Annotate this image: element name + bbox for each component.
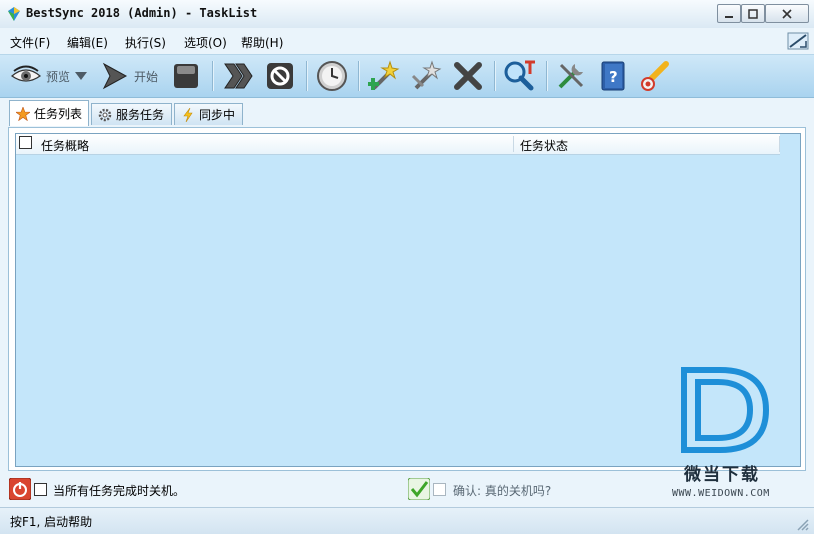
status-text: 按F1, 启动帮助 [10, 515, 93, 529]
column-divider[interactable] [779, 136, 780, 152]
new-task-button[interactable] [368, 60, 400, 91]
tab-syncing-label: 同步中 [199, 108, 236, 122]
tab-service-tasks[interactable]: 服务任务 [91, 103, 172, 125]
confirm-shutdown-label: 确认: 真的关机吗? [453, 484, 552, 498]
help-button[interactable]: ? [598, 61, 628, 91]
help-book-icon: ? [601, 61, 625, 91]
cancel-button[interactable] [265, 61, 295, 91]
toolbar-separator [358, 61, 359, 91]
stop-button[interactable] [171, 61, 201, 91]
tab-task-list-label: 任务列表 [34, 107, 83, 121]
tab-syncing[interactable]: 同步中 [174, 103, 243, 125]
window-title: BestSync 2018 (Admin) - TaskList [26, 6, 258, 20]
menu-execute[interactable]: 执行(S) [125, 34, 166, 51]
tab-task-list[interactable]: 任务列表 [9, 100, 89, 126]
clock-icon [317, 61, 347, 91]
list-header: 任务概略 任务状态 [16, 134, 780, 155]
checkmark-icon [408, 478, 430, 500]
weidown-logo [681, 367, 770, 453]
shutdown-after-tasks-checkbox[interactable] [34, 483, 47, 496]
delete-icon [454, 62, 482, 90]
column-divider[interactable] [513, 136, 514, 152]
status-bar: 按F1, 启动帮助 [0, 507, 814, 534]
fast-forward-icon [224, 63, 253, 89]
menu-file[interactable]: 文件(F) [10, 34, 50, 51]
edit-task-button[interactable] [410, 60, 442, 91]
menu-help[interactable]: 帮助(H) [241, 34, 283, 51]
gear-icon [98, 108, 112, 121]
power-icon [9, 478, 31, 500]
delete-task-button[interactable] [452, 61, 484, 91]
lightning-icon [183, 107, 193, 122]
toolbar-separator [546, 61, 547, 91]
select-all-checkbox[interactable] [19, 136, 32, 149]
preview-label: 预览 [46, 69, 71, 84]
edit-task-icon [411, 60, 442, 90]
about-icon [641, 61, 669, 91]
confirm-shutdown-checkbox[interactable] [433, 483, 446, 496]
settings-button[interactable] [555, 61, 587, 91]
shutdown-options-bar: 当所有任务完成时关机。 确认: 真的关机吗? [0, 474, 814, 506]
title-bar: BestSync 2018 (Admin) - TaskList [0, 0, 814, 29]
star-icon [16, 106, 30, 121]
column-task-summary[interactable]: 任务概略 [41, 137, 89, 154]
resize-grip-icon[interactable] [794, 516, 810, 532]
close-icon [782, 8, 792, 19]
close-button[interactable] [765, 4, 809, 23]
tab-bar: 任务列表 服务任务 同步中 [0, 97, 814, 127]
search-button[interactable] [503, 60, 537, 91]
new-task-icon [368, 60, 400, 90]
search-icon [504, 60, 535, 91]
preview-button[interactable]: 预览 [10, 61, 88, 91]
toolbar-separator [494, 61, 495, 91]
toolbar-separator [306, 61, 307, 91]
continue-button[interactable] [222, 61, 254, 91]
svg-text:?: ? [609, 68, 618, 86]
minimize-icon [725, 15, 733, 18]
schedule-button[interactable] [316, 61, 348, 91]
eye-icon [11, 65, 41, 82]
maximize-button[interactable] [741, 4, 765, 23]
shutdown-after-tasks-label: 当所有任务完成时关机。 [53, 484, 186, 498]
toolbar-separator [212, 61, 213, 91]
about-button[interactable] [638, 61, 672, 91]
menu-bar: 文件(F) 编辑(E) 执行(S) 选项(O) 帮助(H) [0, 28, 814, 54]
menu-edit[interactable]: 编辑(E) [67, 34, 108, 51]
tab-service-tasks-label: 服务任务 [116, 108, 165, 122]
bestsync-app-icon[interactable] [6, 6, 22, 22]
play-icon [102, 62, 128, 90]
chevron-down-icon [75, 72, 88, 80]
start-label: 开始 [134, 69, 159, 84]
minimize-button[interactable] [717, 4, 741, 23]
start-button[interactable]: 开始 [100, 61, 158, 91]
cancel-icon [267, 63, 293, 89]
mini-mode-icon[interactable] [786, 30, 810, 52]
menu-options[interactable]: 选项(O) [184, 34, 227, 51]
column-task-status[interactable]: 任务状态 [520, 137, 568, 154]
maximize-icon [748, 8, 758, 19]
toolbar: 预览 开始 ? [0, 54, 814, 98]
tools-icon [558, 63, 584, 89]
stop-icon [174, 64, 198, 88]
